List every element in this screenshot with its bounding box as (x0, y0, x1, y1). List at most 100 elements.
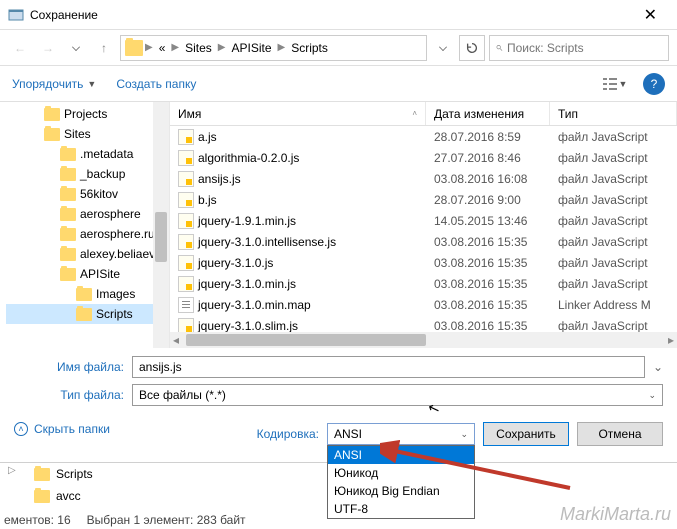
forward-button[interactable]: → (36, 36, 60, 60)
file-row[interactable]: b.js28.07.2016 9:00файл JavaScript (170, 189, 677, 210)
file-row[interactable]: ansijs.js03.08.2016 16:08файл JavaScript (170, 168, 677, 189)
file-icon (178, 255, 194, 271)
file-date: 28.07.2016 8:59 (426, 130, 550, 144)
chevron-right-icon[interactable]: ▶ (171, 42, 179, 53)
file-type: файл JavaScript (550, 277, 677, 291)
up-button[interactable]: ↑ (92, 36, 116, 60)
filetype-label: Тип файла: (14, 388, 124, 402)
search-input[interactable] (507, 41, 662, 55)
file-row[interactable]: jquery-3.1.0.slim.js03.08.2016 15:35файл… (170, 315, 677, 332)
chevron-right-icon[interactable]: ▶ (278, 42, 286, 53)
folder-tree[interactable]: ProjectsSites.metadata_backup 56kitov aero… (0, 102, 170, 348)
save-form: Имя файла: ⌄ Тип файла: Все файлы (*.*)⌄ (0, 348, 677, 416)
tree-scrollbar[interactable] (153, 102, 169, 348)
organize-button[interactable]: Упорядочить ▼ (12, 77, 96, 91)
folder-icon (60, 168, 76, 181)
tree-item[interactable]: Scripts (6, 304, 169, 324)
encoding-option[interactable]: ANSI (328, 446, 474, 464)
file-row[interactable]: jquery-3.1.0.min.map03.08.2016 15:35Link… (170, 294, 677, 315)
watermark: MarkiMarta.ru (560, 504, 671, 525)
folder-icon (44, 128, 60, 141)
chevron-right-icon[interactable]: ▶ (145, 42, 153, 53)
scrollbar-thumb[interactable] (155, 212, 167, 262)
tree-label: Scripts (96, 307, 133, 321)
encoding-option[interactable]: UTF-8 (328, 500, 474, 518)
tree-item[interactable]: Projects (6, 104, 169, 124)
bg-folder-scripts[interactable]: Scripts (56, 467, 93, 481)
file-icon (178, 213, 194, 229)
folder-icon (60, 208, 76, 221)
encoding-option[interactable]: Юникод Big Endian (328, 482, 474, 500)
crumb-sites[interactable]: Sites (181, 39, 216, 57)
file-list-header: Имя˄ Дата изменения Тип (170, 102, 677, 126)
back-button[interactable]: ← (8, 36, 32, 60)
file-icon (178, 234, 194, 250)
file-row[interactable]: jquery-1.9.1.min.js14.05.2015 13:46файл … (170, 210, 677, 231)
chevron-right-icon[interactable]: ▶ (218, 42, 226, 53)
help-button[interactable]: ? (643, 73, 665, 95)
cancel-button[interactable]: Отмена (577, 422, 663, 446)
column-date[interactable]: Дата изменения (426, 102, 550, 125)
file-icon (178, 171, 194, 187)
folder-icon (60, 248, 76, 261)
file-icon (178, 150, 194, 166)
search-box[interactable] (489, 35, 669, 61)
file-type: файл JavaScript (550, 319, 677, 333)
file-name: jquery-3.1.0.intellisense.js (198, 235, 336, 249)
view-icon (603, 78, 617, 90)
titlebar: Сохранение ✕ (0, 0, 677, 30)
column-name[interactable]: Имя˄ (170, 102, 426, 125)
file-name: jquery-3.1.0.min.map (198, 298, 311, 312)
tree-item[interactable]: 56kitov (6, 184, 169, 204)
folder-icon (125, 40, 143, 56)
bg-folder-avcc[interactable]: avcc (56, 489, 81, 503)
file-row[interactable]: algorithmia-0.2.0.js27.07.2016 8:46файл … (170, 147, 677, 168)
filename-dropdown[interactable]: ⌄ (653, 360, 663, 374)
filename-input[interactable] (132, 356, 645, 378)
tree-label: aerosphere.ru (80, 227, 155, 241)
file-type: файл JavaScript (550, 172, 677, 186)
tree-item[interactable]: alexey.beliaev (6, 244, 169, 264)
file-row[interactable]: a.js28.07.2016 8:59файл JavaScript (170, 126, 677, 147)
crumb-apisite[interactable]: APISite (227, 39, 275, 57)
tree-item[interactable]: Images (6, 284, 169, 304)
crumb-scripts[interactable]: Scripts (287, 39, 332, 57)
close-button[interactable]: ✕ (632, 1, 669, 29)
refresh-icon (465, 41, 479, 55)
tree-item[interactable]: aerosphere.ru (6, 224, 169, 244)
file-row[interactable]: jquery-3.1.0.js03.08.2016 15:35файл Java… (170, 252, 677, 273)
breadcrumb-dropdown[interactable] (431, 36, 455, 60)
encoding-option[interactable]: Юникод (328, 464, 474, 482)
filetype-select[interactable]: Все файлы (*.*)⌄ (132, 384, 663, 406)
file-row[interactable]: jquery-3.1.0.intellisense.js03.08.2016 1… (170, 231, 677, 252)
recent-button[interactable] (64, 36, 88, 60)
refresh-button[interactable] (459, 35, 485, 61)
view-options-button[interactable]: ▼ (597, 72, 633, 96)
crumb-pre[interactable]: « (155, 39, 170, 57)
status-bar: ементов: 16 Выбран 1 элемент: 283 байт (0, 513, 246, 527)
file-type: файл JavaScript (550, 130, 677, 144)
tree-item[interactable]: APISite (6, 264, 169, 284)
breadcrumb[interactable]: ▶ « ▶ Sites ▶ APISite ▶ Scripts (120, 35, 427, 61)
tree-label: alexey.beliaev (80, 247, 155, 261)
tree-item[interactable]: .metadata (6, 144, 169, 164)
new-folder-button[interactable]: Создать папку (116, 77, 196, 91)
file-row[interactable]: jquery-3.1.0.min.js03.08.2016 15:35файл … (170, 273, 677, 294)
tree-item[interactable]: aerosphere (6, 204, 169, 224)
scrollbar-thumb[interactable] (186, 334, 426, 346)
file-date: 03.08.2016 15:35 (426, 256, 550, 270)
file-list[interactable]: a.js28.07.2016 8:59файл JavaScriptalgori… (170, 126, 677, 332)
hide-folders-link[interactable]: ˄ Скрыть папки (14, 422, 110, 436)
tree-item[interactable]: Sites (6, 124, 169, 144)
encoding-dropdown[interactable]: ANSIЮникодЮникод Big EndianUTF-8 (327, 445, 475, 519)
encoding-select[interactable]: ANSI⌄ (327, 423, 475, 445)
file-type: файл JavaScript (550, 193, 677, 207)
file-list-panel: Имя˄ Дата изменения Тип a.js28.07.2016 8… (170, 102, 677, 348)
horizontal-scrollbar[interactable]: ◂ ▸ (170, 332, 677, 348)
tree-item[interactable]: _backup (6, 164, 169, 184)
column-type[interactable]: Тип (550, 102, 677, 125)
file-date: 03.08.2016 15:35 (426, 298, 550, 312)
tree-label: 56kitov (80, 187, 118, 201)
file-name: b.js (198, 193, 217, 207)
save-button[interactable]: Сохранить (483, 422, 569, 446)
